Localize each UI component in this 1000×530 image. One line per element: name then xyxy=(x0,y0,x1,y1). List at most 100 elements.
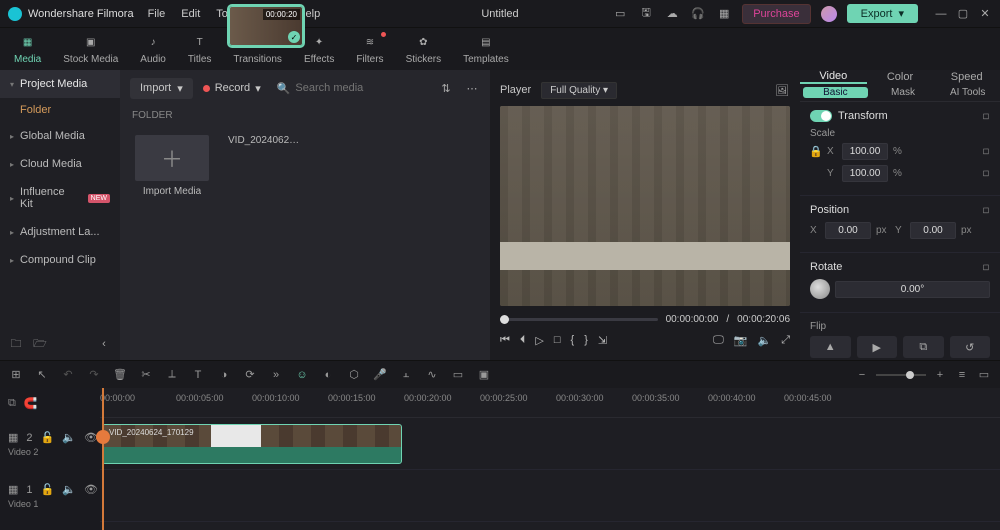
nav-project-media[interactable]: ▾Project Media xyxy=(0,70,120,98)
tab-templates[interactable]: ▤Templates xyxy=(459,32,513,67)
nav-adjustment-layer[interactable]: ▸Adjustment La... xyxy=(0,218,120,246)
purchase-button[interactable]: Purchase xyxy=(742,4,810,24)
fit-icon[interactable]: ▭ xyxy=(976,368,992,381)
ai-icon[interactable]: ☺ xyxy=(294,369,310,381)
stop-icon[interactable]: □ xyxy=(554,334,561,346)
media-import-tile[interactable]: ＋ Import Media xyxy=(132,135,212,197)
track-header-2[interactable]: ▦2🔓🔈👁 Video 2 xyxy=(0,418,100,470)
save-icon[interactable]: 🖫 xyxy=(638,6,654,22)
scrub-bar[interactable] xyxy=(500,318,658,321)
zoom-in-icon[interactable]: + xyxy=(932,369,948,381)
nav-cloud-media[interactable]: ▸Cloud Media xyxy=(0,150,120,178)
prop-tab-speed[interactable]: Speed xyxy=(933,70,1000,84)
tab-stickers[interactable]: ✿Stickers xyxy=(402,32,446,67)
tab-media[interactable]: ▦Media xyxy=(10,32,45,67)
window-maximize[interactable]: ▢ xyxy=(956,7,970,21)
window-close[interactable]: ✕ xyxy=(978,7,992,21)
nav-compound-clip[interactable]: ▸Compound Clip xyxy=(0,246,120,274)
lock-track-icon[interactable]: 🔓 xyxy=(41,483,55,496)
tab-titles[interactable]: TTitles xyxy=(184,32,216,67)
play-icon[interactable]: ▷ xyxy=(535,334,543,347)
speed-icon[interactable]: ⟳ xyxy=(242,368,258,381)
display-icon[interactable]: 🖵 xyxy=(713,334,724,347)
pos-y-input[interactable] xyxy=(910,222,956,239)
mask-icon[interactable]: ◐ xyxy=(320,369,336,381)
mute-track-icon[interactable]: 🔈 xyxy=(62,431,76,444)
lock-track-icon[interactable]: 🔓 xyxy=(41,431,55,444)
prev-frame-icon[interactable]: ⏮ xyxy=(500,334,510,347)
tab-filters[interactable]: ≋Filters xyxy=(352,32,387,67)
crop-icon[interactable]: ⟂ xyxy=(164,368,180,381)
user-avatar[interactable] xyxy=(821,6,837,22)
lock-icon[interactable]: 🔒 xyxy=(810,145,822,158)
scale-y-input[interactable] xyxy=(842,165,888,182)
mark-out-icon[interactable]: } xyxy=(584,334,588,346)
camera-icon[interactable]: 📷 xyxy=(734,334,748,347)
track-lane-1[interactable] xyxy=(100,470,1000,522)
headphones-icon[interactable]: 🎧 xyxy=(690,6,706,22)
export-button[interactable]: Export▾ xyxy=(847,4,918,23)
time-ruler[interactable]: 00:00:00 00:00:05:00 00:00:10:00 00:00:1… xyxy=(100,388,1000,418)
fullscreen-icon[interactable]: ⤢ xyxy=(781,334,790,347)
prop-tab-video[interactable]: Video xyxy=(800,70,867,84)
keyframe-diamond-icon[interactable]: ◇ xyxy=(980,203,993,216)
device-icon[interactable]: ▭ xyxy=(612,6,628,22)
grid-icon[interactable]: ⊞ xyxy=(8,368,24,381)
prop-tab-color[interactable]: Color xyxy=(867,70,934,84)
subtab-mask[interactable]: Mask xyxy=(871,84,936,101)
zoom-slider[interactable] xyxy=(876,374,926,376)
color-icon[interactable]: ◑ xyxy=(216,369,232,381)
mute-track-icon[interactable]: 🔈 xyxy=(62,483,76,496)
magnet-icon[interactable]: 🧲 xyxy=(24,397,38,410)
nav-folder[interactable]: Folder xyxy=(0,98,120,122)
split-icon[interactable]: ✂ xyxy=(138,368,154,381)
track-lane-2[interactable]: VID_20240624_170129 xyxy=(100,418,1000,470)
marker-icon[interactable]: ⬡ xyxy=(346,368,362,381)
quality-select[interactable]: Full Quality ▾ xyxy=(541,82,617,99)
menu-file[interactable]: File xyxy=(148,8,166,20)
more-tools-icon[interactable]: » xyxy=(268,369,284,381)
subtab-ai-tools[interactable]: AI Tools xyxy=(935,84,1000,101)
rotate-knob[interactable] xyxy=(810,279,830,299)
collapse-nav-icon[interactable]: ‹ xyxy=(96,336,112,352)
zoom-out-icon[interactable]: − xyxy=(854,369,870,381)
search-box[interactable]: 🔍 xyxy=(271,79,428,98)
qr-icon[interactable]: ▦ xyxy=(716,6,732,22)
text-icon[interactable]: T xyxy=(190,369,206,381)
switch-icon[interactable]: ⇲ xyxy=(598,334,607,347)
magnetic-icon[interactable]: ∿ xyxy=(424,368,440,381)
snapshot-icon[interactable]: 🖼 xyxy=(774,82,790,98)
new-folder-icon[interactable]: 🗀 xyxy=(8,336,24,352)
sort-icon[interactable]: ⇅ xyxy=(438,80,454,96)
import-button[interactable]: Import▾ xyxy=(130,78,193,99)
keyframe-diamond-icon[interactable]: ◇ xyxy=(980,260,993,273)
render-icon[interactable]: ▣ xyxy=(476,368,492,381)
menu-edit[interactable]: Edit xyxy=(181,8,200,20)
keyframe-diamond-icon[interactable]: ◇ xyxy=(980,109,993,122)
rotate-input[interactable] xyxy=(835,281,990,298)
subtab-basic[interactable]: Basic xyxy=(803,87,868,98)
flip-v-button[interactable]: ▶ xyxy=(857,336,898,358)
mixer-icon[interactable]: ⫠ xyxy=(398,368,414,381)
eye-icon[interactable]: 👁 xyxy=(84,483,98,496)
step-back-icon[interactable]: ⏴ xyxy=(520,334,526,347)
video-preview[interactable] xyxy=(500,106,790,306)
flip-reset-button[interactable]: ↺ xyxy=(950,336,991,358)
keyframe-diamond-icon[interactable]: ◇ xyxy=(980,167,993,180)
media-clip-tile[interactable]: 00:00:20 ✓ VID_20240624_1... xyxy=(226,135,306,146)
group-icon[interactable]: ▭ xyxy=(450,368,466,381)
undo-icon[interactable]: ↶ xyxy=(60,368,76,381)
keyframe-diamond-icon[interactable]: ◇ xyxy=(980,145,993,158)
mark-in-icon[interactable]: { xyxy=(571,334,575,346)
transform-toggle[interactable] xyxy=(810,110,832,122)
link-track-icon[interactable]: ⧉ xyxy=(8,397,16,410)
more-icon[interactable]: ⋯ xyxy=(464,80,480,96)
tab-audio[interactable]: ♪Audio xyxy=(136,32,170,67)
flip-copy-button[interactable]: ⧉ xyxy=(903,336,944,358)
timeline-clip[interactable]: VID_20240624_170129 xyxy=(102,424,402,464)
tab-effects[interactable]: ✦Effects xyxy=(300,32,338,67)
scale-x-input[interactable] xyxy=(842,143,888,160)
new-bin-icon[interactable]: 🗁 xyxy=(32,336,48,352)
cloud-icon[interactable]: ☁ xyxy=(664,6,680,22)
select-icon[interactable]: ↖ xyxy=(34,368,50,381)
